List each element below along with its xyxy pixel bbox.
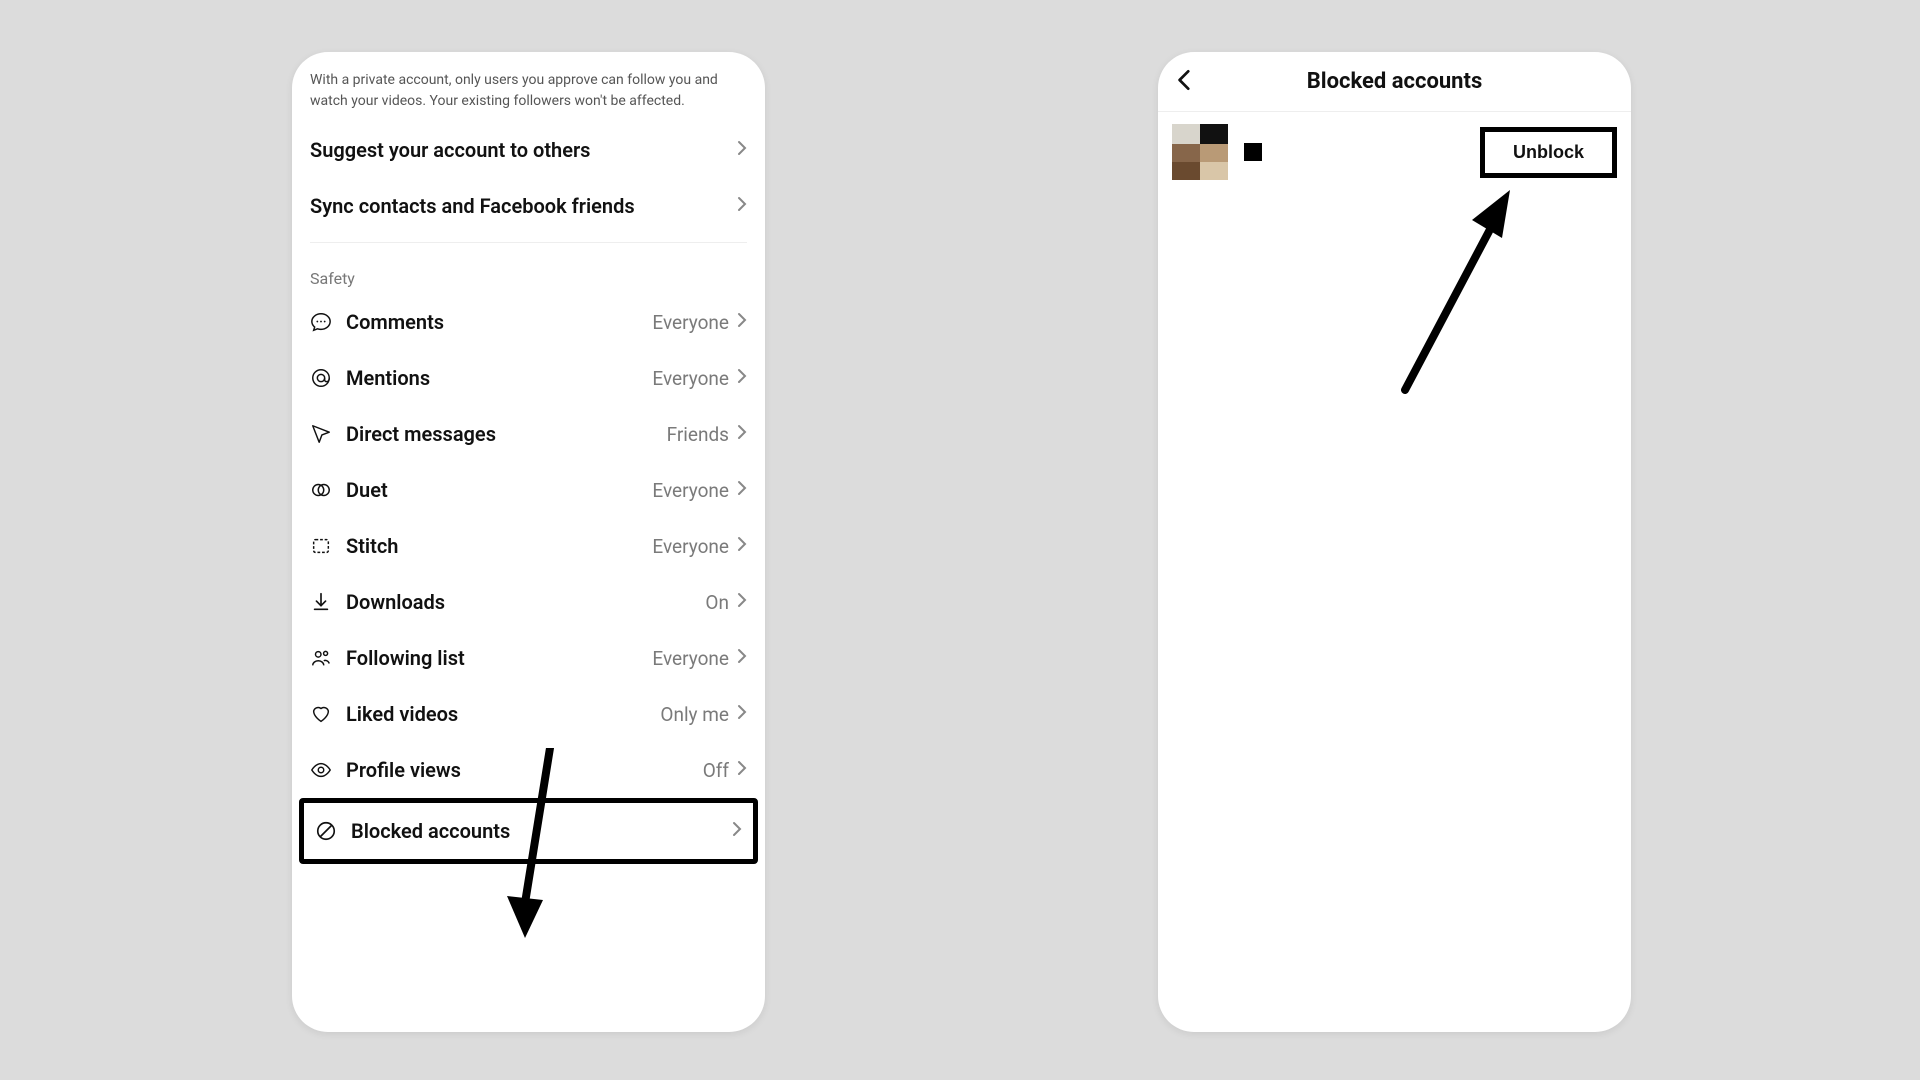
comments-row[interactable]: Comments Everyone	[304, 294, 753, 350]
avatar	[1172, 124, 1228, 180]
chevron-right-icon	[737, 704, 747, 724]
chevron-right-icon	[737, 368, 747, 388]
blocked-accounts-screen: Blocked accounts Unblock	[1158, 52, 1631, 1032]
chevron-right-icon	[737, 760, 747, 780]
downloads-value: On	[705, 591, 729, 614]
private-account-description: With a private account, only users you a…	[304, 52, 753, 122]
sync-contacts-label: Sync contacts and Facebook friends	[310, 194, 737, 218]
direct-messages-label: Direct messages	[346, 422, 667, 446]
duet-label: Duet	[346, 478, 652, 502]
header: Blocked accounts	[1158, 52, 1631, 112]
blocked-accounts-highlight: Blocked accounts	[299, 798, 758, 864]
people-icon	[310, 647, 336, 669]
following-list-label: Following list	[346, 646, 652, 670]
comments-value: Everyone	[652, 311, 729, 334]
profile-views-value: Off	[703, 759, 729, 782]
download-icon	[310, 591, 336, 613]
liked-videos-row[interactable]: Liked videos Only me	[304, 686, 753, 742]
stitch-label: Stitch	[346, 534, 652, 558]
chevron-right-icon	[732, 821, 742, 841]
chevron-right-icon	[737, 140, 747, 160]
sync-contacts-row[interactable]: Sync contacts and Facebook friends	[304, 178, 753, 234]
following-list-value: Everyone	[652, 647, 729, 670]
screen-title: Blocked accounts	[1307, 69, 1483, 94]
profile-views-label: Profile views	[346, 758, 703, 782]
stitch-value: Everyone	[652, 535, 729, 558]
mentions-row[interactable]: Mentions Everyone	[304, 350, 753, 406]
downloads-row[interactable]: Downloads On	[304, 574, 753, 630]
liked-videos-value: Only me	[660, 703, 729, 726]
comment-icon	[310, 311, 336, 333]
stitch-row[interactable]: Stitch Everyone	[304, 518, 753, 574]
mentions-label: Mentions	[346, 366, 652, 390]
safety-section-header: Safety	[304, 251, 753, 294]
send-icon	[310, 423, 336, 445]
chevron-right-icon	[737, 196, 747, 216]
liked-videos-label: Liked videos	[346, 702, 660, 726]
chevron-right-icon	[737, 424, 747, 444]
heart-icon	[310, 703, 336, 725]
divider	[310, 242, 747, 243]
blocked-accounts-label: Blocked accounts	[351, 819, 732, 843]
chevron-right-icon	[737, 592, 747, 612]
chevron-right-icon	[737, 480, 747, 500]
duet-icon	[310, 479, 336, 501]
downloads-label: Downloads	[346, 590, 705, 614]
chevron-right-icon	[737, 312, 747, 332]
duet-value: Everyone	[652, 479, 729, 502]
eye-icon	[310, 759, 336, 781]
mentions-value: Everyone	[652, 367, 729, 390]
direct-messages-value: Friends	[667, 423, 729, 446]
suggest-account-label: Suggest your account to others	[310, 138, 737, 162]
comments-label: Comments	[346, 310, 652, 334]
profile-views-row[interactable]: Profile views Off	[304, 742, 753, 798]
blocked-user-row: Unblock	[1158, 112, 1631, 192]
block-icon	[315, 820, 341, 842]
suggest-account-row[interactable]: Suggest your account to others	[304, 122, 753, 178]
following-list-row[interactable]: Following list Everyone	[304, 630, 753, 686]
unblock-button[interactable]: Unblock	[1480, 127, 1617, 178]
duet-row[interactable]: Duet Everyone	[304, 462, 753, 518]
direct-messages-row[interactable]: Direct messages Friends	[304, 406, 753, 462]
at-icon	[310, 367, 336, 389]
chevron-right-icon	[737, 648, 747, 668]
blocked-accounts-row[interactable]: Blocked accounts	[304, 803, 753, 859]
chevron-right-icon	[737, 536, 747, 556]
back-button[interactable]	[1172, 67, 1198, 97]
stitch-icon	[310, 535, 336, 557]
settings-screen: With a private account, only users you a…	[292, 52, 765, 1032]
username-redacted	[1244, 143, 1262, 161]
